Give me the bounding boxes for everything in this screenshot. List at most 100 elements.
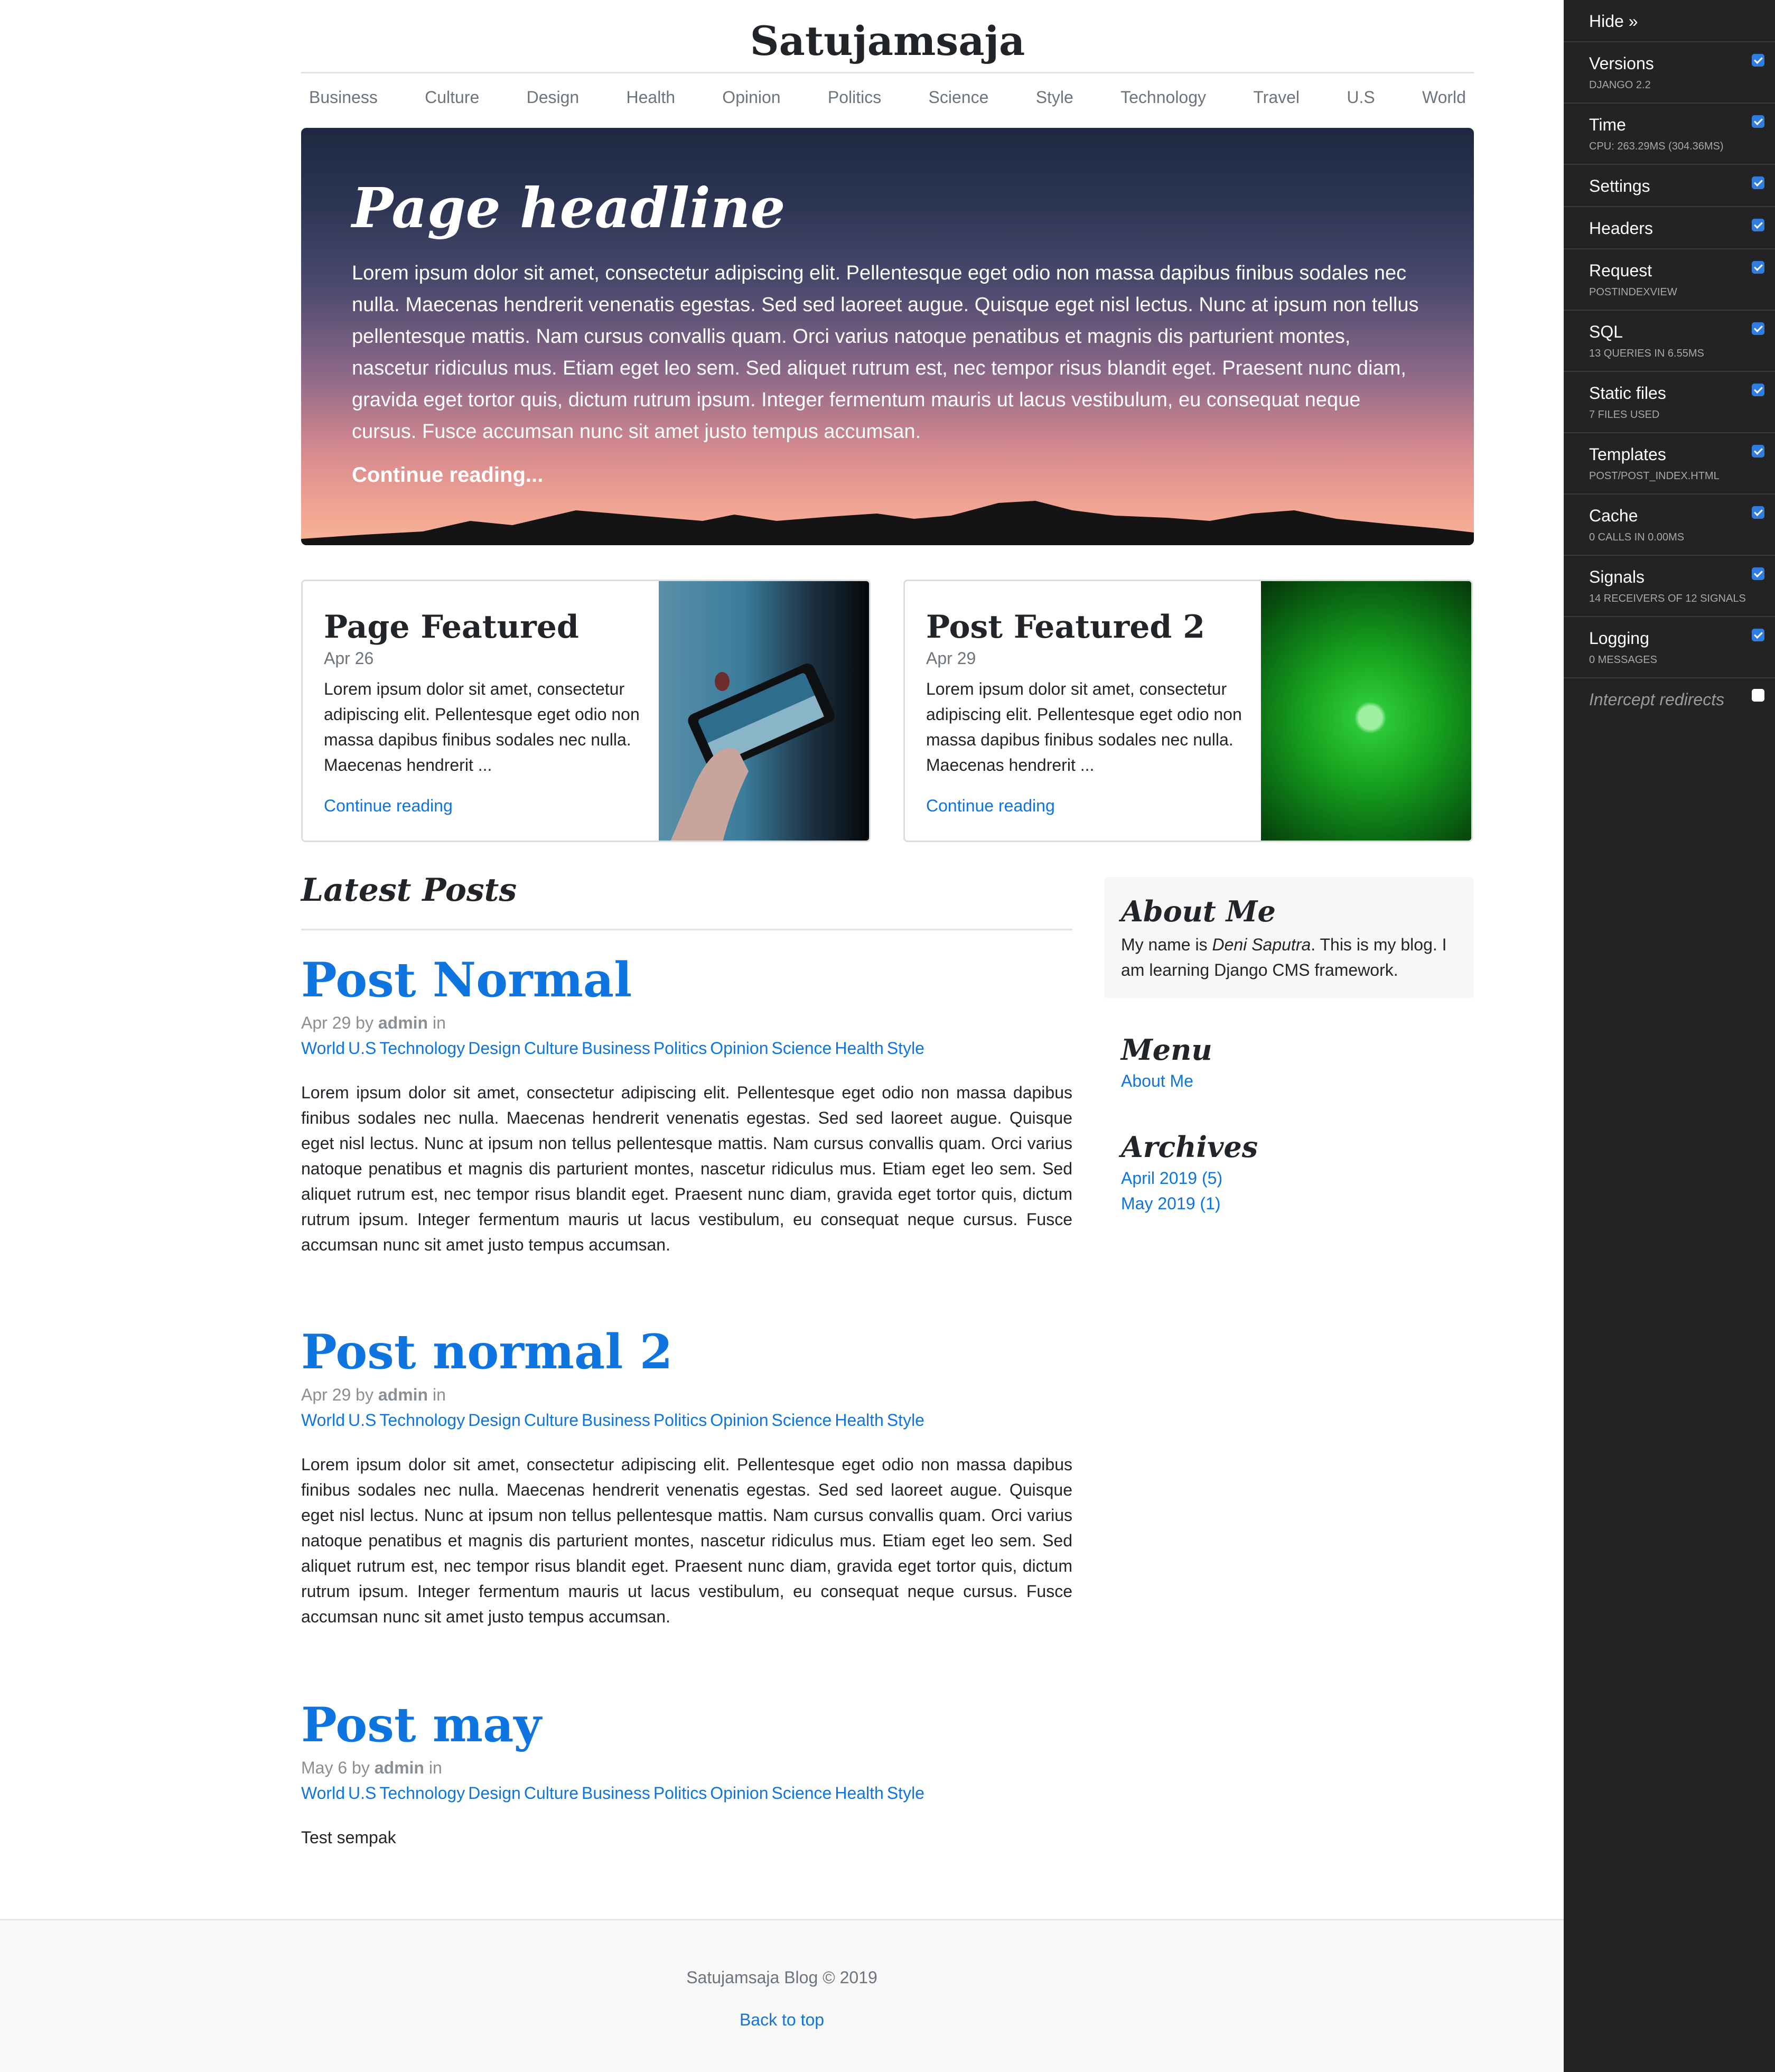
- nav-politics[interactable]: Politics: [828, 88, 881, 107]
- panel-logging[interactable]: Logging 0 MESSAGES: [1564, 616, 1775, 677]
- category-link[interactable]: Health: [835, 1784, 884, 1803]
- category-nav: Business Culture Design Health Opinion P…: [301, 78, 1474, 116]
- nav-culture[interactable]: Culture: [425, 88, 479, 107]
- panel-time[interactable]: Time CPU: 263.29MS (304.36MS): [1564, 102, 1775, 164]
- post-entry: Post Normal Apr 29 by admin in World U.S T…: [301, 951, 1072, 1257]
- nav-science[interactable]: Science: [929, 88, 989, 107]
- post-entry: Post normal 2 Apr 29 by admin in World U.…: [301, 1323, 1072, 1629]
- category-link[interactable]: Technology: [379, 1039, 465, 1058]
- panel-toggle-checkbox[interactable]: [1752, 261, 1764, 274]
- panel-toggle-checkbox[interactable]: [1752, 322, 1764, 335]
- site-title[interactable]: Satujamsaja: [301, 11, 1474, 72]
- featured-card-continue-link[interactable]: Continue reading: [926, 796, 1055, 816]
- panel-toggle-checkbox[interactable]: [1752, 219, 1764, 231]
- archive-link-may-2019[interactable]: May 2019 (1): [1121, 1191, 1459, 1216]
- category-link[interactable]: World: [301, 1411, 345, 1430]
- nav-us[interactable]: U.S: [1347, 88, 1375, 107]
- hero-jumbotron: Page headline Lorem ipsum dolor sit amet…: [301, 128, 1474, 545]
- category-link[interactable]: World: [301, 1039, 345, 1058]
- site-footer: Satujamsaja Blog © 2019 Back to top: [0, 1919, 1564, 2072]
- category-link[interactable]: Opinion: [710, 1411, 768, 1430]
- post-title-link[interactable]: Post may: [301, 1696, 1072, 1754]
- panel-cache[interactable]: Cache 0 CALLS IN 0.00MS: [1564, 493, 1775, 555]
- category-link[interactable]: Design: [468, 1039, 521, 1058]
- nav-travel[interactable]: Travel: [1253, 88, 1300, 107]
- hero-title: Page headline: [352, 175, 786, 240]
- panel-subtitle: 7 FILES USED: [1589, 409, 1660, 421]
- post-meta: May 6 by admin in World U.S Technology Desi…: [301, 1755, 1072, 1806]
- panel-toggle-checkbox[interactable]: [1752, 506, 1764, 519]
- category-link[interactable]: Culture: [524, 1039, 578, 1058]
- about-me-heading: About Me: [1121, 894, 1276, 928]
- panel-settings[interactable]: Settings: [1564, 164, 1775, 206]
- category-link[interactable]: Health: [835, 1411, 884, 1430]
- category-link[interactable]: Design: [468, 1411, 521, 1430]
- panel-toggle-checkbox[interactable]: [1752, 629, 1764, 641]
- category-link[interactable]: Design: [468, 1784, 521, 1803]
- hero-continue-reading-link[interactable]: Continue reading...: [352, 463, 543, 487]
- category-link[interactable]: Politics: [653, 1039, 707, 1058]
- latest-posts-divider: [301, 929, 1072, 930]
- debug-toolbar: Hide » Versions DJANGO 2.2 Time CPU: 263…: [1564, 0, 1775, 2072]
- category-link[interactable]: Politics: [653, 1784, 707, 1803]
- featured-card-date: Apr 26: [324, 649, 374, 668]
- category-link[interactable]: Technology: [379, 1784, 465, 1803]
- post-in-label: in: [432, 1013, 446, 1032]
- panel-static-files[interactable]: Static files 7 FILES USED: [1564, 371, 1775, 432]
- panel-headers[interactable]: Headers: [1564, 206, 1775, 248]
- menu-heading: Menu: [1121, 1033, 1212, 1067]
- category-link[interactable]: U.S: [348, 1039, 376, 1058]
- nav-technology[interactable]: Technology: [1120, 88, 1206, 107]
- nav-world[interactable]: World: [1422, 88, 1466, 107]
- category-link[interactable]: U.S: [348, 1411, 376, 1430]
- category-link[interactable]: Business: [582, 1039, 650, 1058]
- category-link[interactable]: Opinion: [710, 1784, 768, 1803]
- category-link[interactable]: Health: [835, 1039, 884, 1058]
- back-to-top-link[interactable]: Back to top: [0, 2010, 1564, 2030]
- category-link[interactable]: Science: [771, 1411, 832, 1430]
- hide-toolbar-button[interactable]: Hide »: [1589, 12, 1638, 31]
- panel-title: Versions: [1589, 54, 1654, 73]
- panel-sql[interactable]: SQL 13 QUERIES IN 6.55MS: [1564, 310, 1775, 371]
- nav-health[interactable]: Health: [627, 88, 676, 107]
- panel-toggle-checkbox[interactable]: [1752, 54, 1764, 67]
- menu-item-about-me[interactable]: About Me: [1121, 1068, 1459, 1094]
- panel-toggle-checkbox[interactable]: [1752, 567, 1764, 580]
- category-link[interactable]: Culture: [524, 1411, 578, 1430]
- post-by-label: by: [356, 1013, 373, 1032]
- panel-toggle-checkbox[interactable]: [1752, 384, 1764, 396]
- nav-design[interactable]: Design: [527, 88, 580, 107]
- post-title-link[interactable]: Post Normal: [301, 951, 1072, 1009]
- category-link[interactable]: Politics: [653, 1411, 707, 1430]
- category-link[interactable]: U.S: [348, 1784, 376, 1803]
- panel-templates[interactable]: Templates POST/POST_INDEX.HTML: [1564, 432, 1775, 493]
- post-author: admin: [374, 1758, 424, 1777]
- featured-card-continue-link[interactable]: Continue reading: [324, 796, 453, 816]
- panel-versions[interactable]: Versions DJANGO 2.2: [1564, 41, 1775, 102]
- category-link[interactable]: Style: [887, 1411, 924, 1430]
- intercept-redirects-checkbox[interactable]: [1752, 689, 1764, 702]
- archive-link-april-2019[interactable]: April 2019 (5): [1121, 1165, 1459, 1191]
- post-title-link[interactable]: Post normal 2: [301, 1323, 1072, 1381]
- panel-toggle-checkbox[interactable]: [1752, 445, 1764, 458]
- nav-opinion[interactable]: Opinion: [722, 88, 780, 107]
- category-link[interactable]: Style: [887, 1784, 924, 1803]
- panel-signals[interactable]: Signals 14 RECEIVERS OF 12 SIGNALS: [1564, 555, 1775, 616]
- panel-subtitle: 0 CALLS IN 0.00MS: [1589, 531, 1685, 543]
- category-link[interactable]: Science: [771, 1039, 832, 1058]
- category-link[interactable]: Business: [582, 1784, 650, 1803]
- nav-style[interactable]: Style: [1036, 88, 1073, 107]
- panel-toggle-checkbox[interactable]: [1752, 115, 1764, 128]
- footer-copyright: Satujamsaja Blog © 2019: [686, 1968, 877, 1987]
- category-link[interactable]: Technology: [379, 1411, 465, 1430]
- panel-toggle-checkbox[interactable]: [1752, 176, 1764, 189]
- category-link[interactable]: Style: [887, 1039, 924, 1058]
- nav-business[interactable]: Business: [309, 88, 378, 107]
- category-link[interactable]: Culture: [524, 1784, 578, 1803]
- category-link[interactable]: Science: [771, 1784, 832, 1803]
- category-link[interactable]: Opinion: [710, 1039, 768, 1058]
- mountain-silhouette: [301, 501, 1474, 545]
- category-link[interactable]: Business: [582, 1411, 650, 1430]
- panel-request[interactable]: Request POSTINDEXVIEW: [1564, 248, 1775, 310]
- category-link[interactable]: World: [301, 1784, 345, 1803]
